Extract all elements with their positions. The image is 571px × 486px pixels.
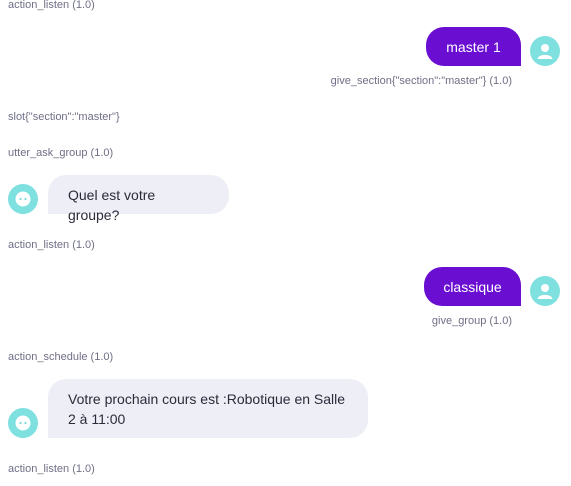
user-message-bubble: classique xyxy=(424,267,521,306)
event-label: action_schedule (1.0) xyxy=(8,351,114,363)
intent-label: give_group (1.0) xyxy=(431,315,512,327)
intent-label: give_section{"section":"master"} (1.0) xyxy=(330,75,512,87)
bot-avatar xyxy=(8,408,38,438)
event-label: action_listen (1.0) xyxy=(8,0,95,11)
slot-label: slot{"section":"master"} xyxy=(8,111,120,123)
event-label: action_listen (1.0) xyxy=(8,239,95,251)
bot-avatar xyxy=(8,184,38,214)
user-icon xyxy=(537,284,553,299)
bot-message-bubble: Votre prochain cours est :Robotique en S… xyxy=(48,379,368,438)
user-avatar xyxy=(530,276,560,306)
user-icon xyxy=(537,44,553,59)
event-label: action_listen (1.0) xyxy=(8,463,95,475)
user-avatar xyxy=(530,36,560,66)
bot-icon xyxy=(15,415,31,431)
event-label: utter_ask_group (1.0) xyxy=(8,147,114,159)
bot-message-bubble: Quel est votre groupe? xyxy=(48,175,229,223)
user-message-bubble: master 1 xyxy=(426,27,521,66)
bot-icon xyxy=(15,191,31,207)
